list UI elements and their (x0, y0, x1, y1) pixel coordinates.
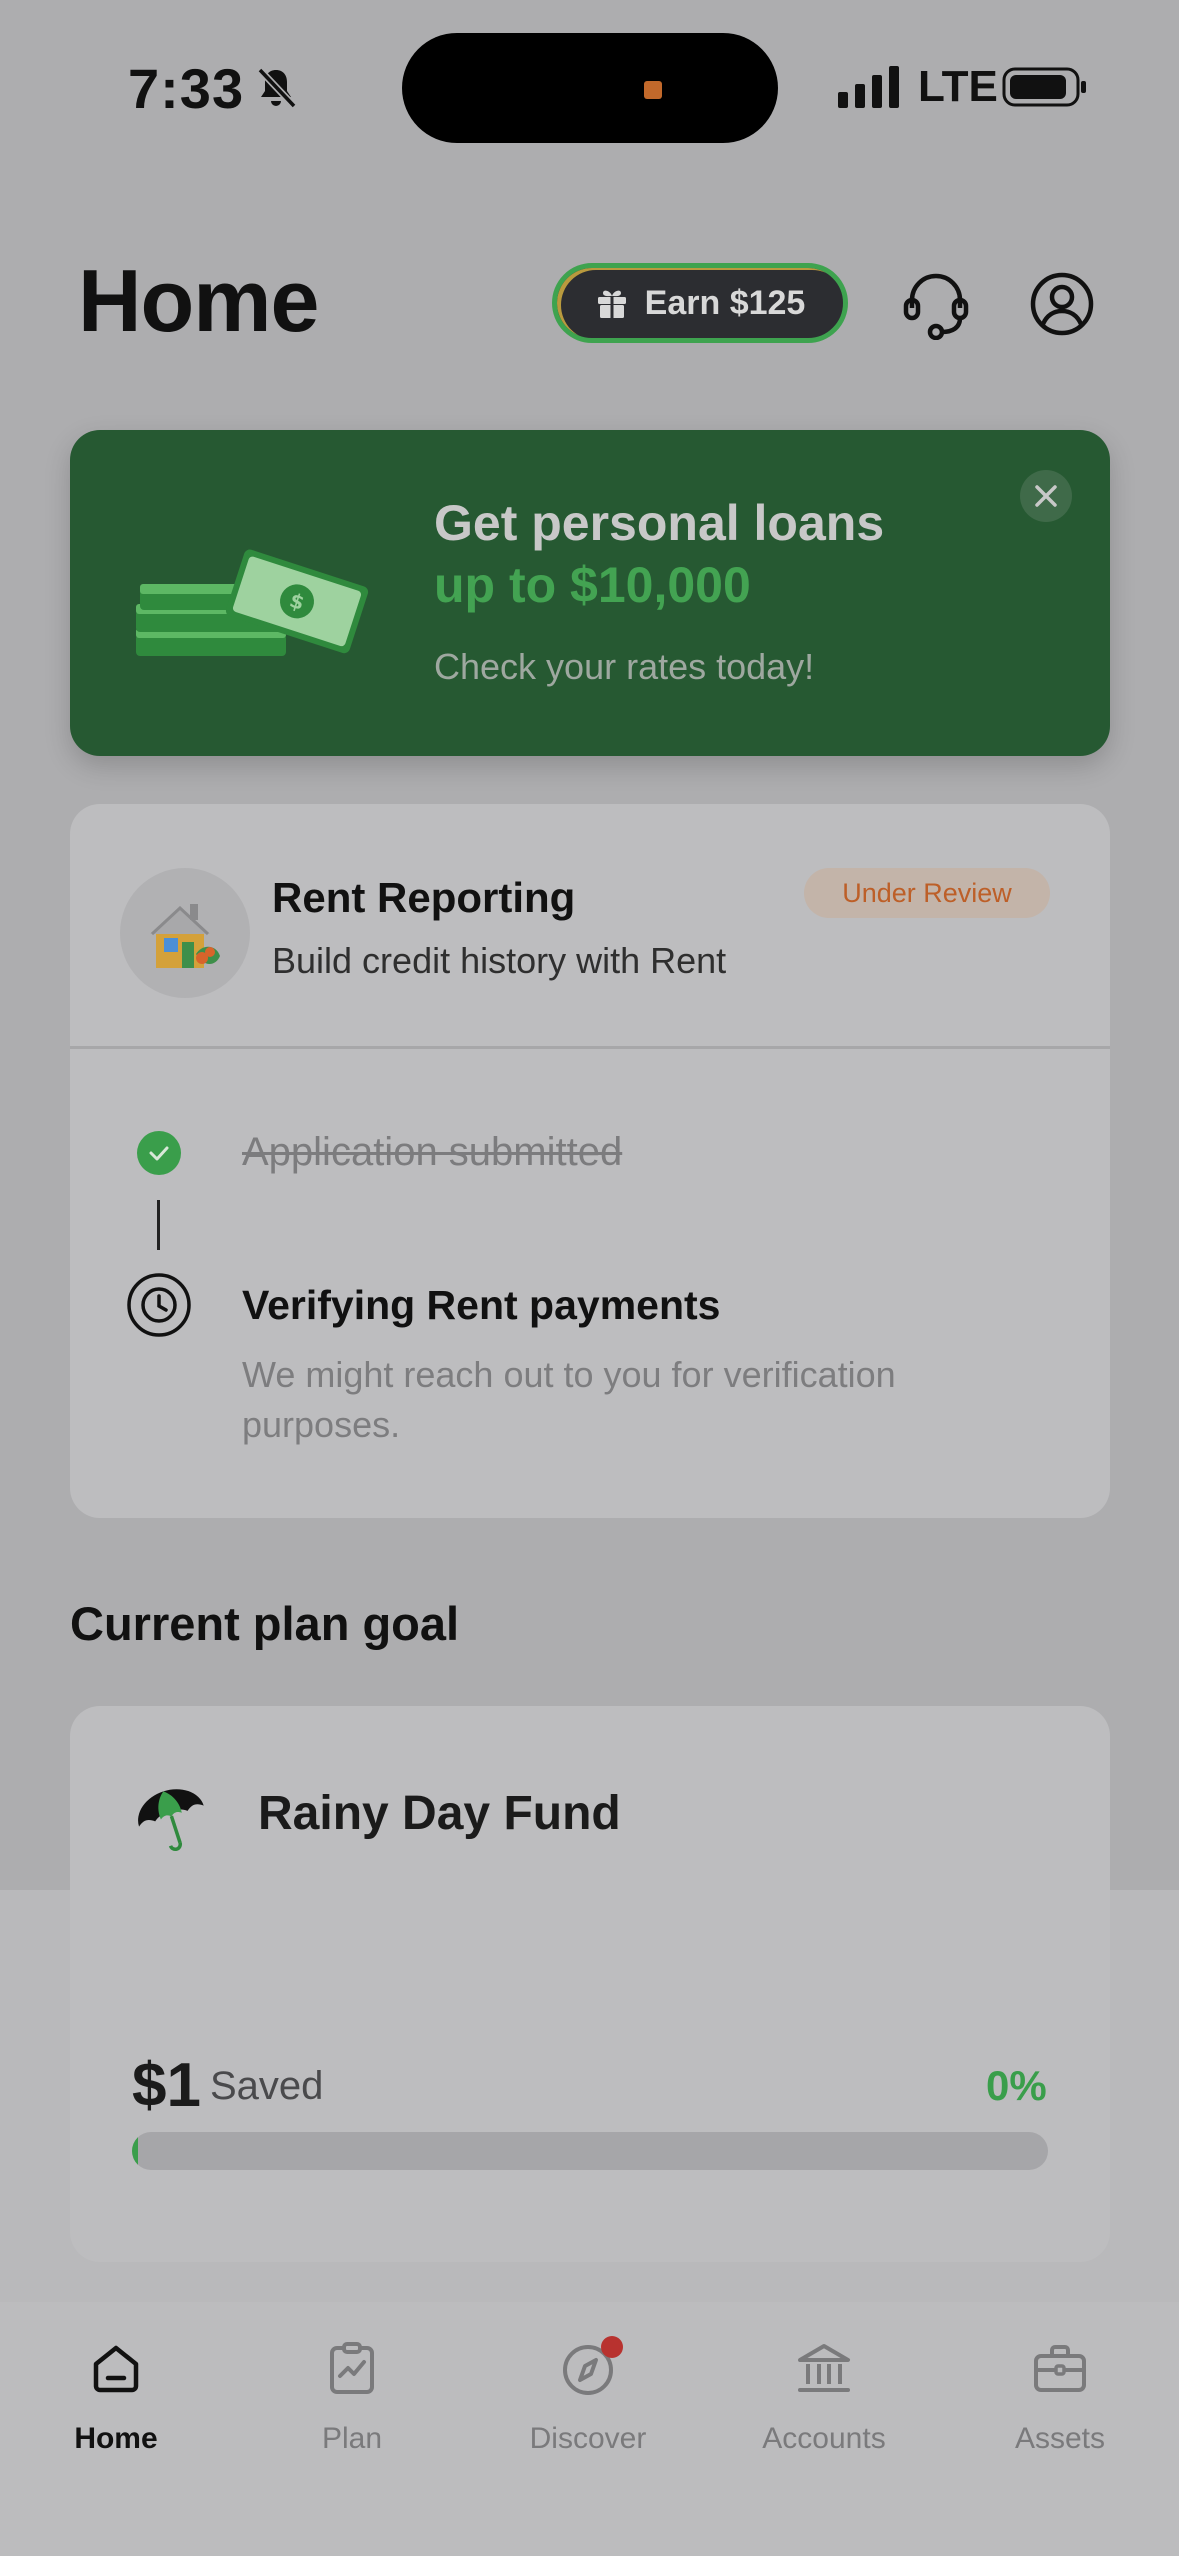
briefcase-icon (1034, 2345, 1086, 2392)
bottom-nav: Home Plan Discover Accounts Assets (0, 2302, 1179, 2556)
network-type: LTE (918, 62, 998, 111)
nav-label-assets: Assets (1014, 2422, 1106, 2455)
umbrella-icon (138, 1789, 204, 1851)
clipboard-chart-icon (330, 2342, 374, 2394)
goal-progress-bar (132, 2132, 1048, 2170)
earn-label: Earn $125 (644, 283, 806, 322)
step-connector (157, 1200, 160, 1250)
step-application-submitted: Application submitted (242, 1130, 623, 1174)
notification-badge (601, 2336, 623, 2358)
home-icon (93, 2345, 139, 2393)
nav-item-accounts[interactable]: Accounts (724, 2338, 924, 2488)
nav-label-plan: Plan (321, 2422, 383, 2455)
status-time: 7:33 (128, 57, 245, 120)
close-icon (1035, 485, 1057, 507)
loan-subtitle: Check your rates today! (434, 646, 815, 687)
loan-title: Get personal loans (434, 495, 885, 551)
nav-label-accounts: Accounts (762, 2422, 886, 2455)
step-verifying-description: We might reach out to you for verificati… (242, 1354, 896, 1445)
step-verifying-rent: Verifying Rent payments (242, 1282, 721, 1328)
headset-icon[interactable] (902, 268, 970, 340)
clock-icon (127, 1273, 191, 1337)
house-icon (150, 904, 220, 968)
goal-progress-fill (132, 2132, 138, 2170)
status-badge: Under Review (804, 868, 1050, 918)
camera-indicator (644, 81, 662, 99)
banner-close-button[interactable] (1020, 470, 1072, 522)
nav-item-home[interactable]: Home (16, 2338, 216, 2488)
rent-avatar (120, 868, 250, 998)
bell-slash-icon (257, 67, 297, 109)
signal-icon (838, 66, 899, 108)
money-stack-icon: $ (136, 549, 369, 656)
bank-icon (798, 2344, 850, 2392)
gift-icon (597, 290, 626, 318)
nav-item-discover[interactable]: Discover (488, 2336, 688, 2488)
rent-reporting-subtitle: Build credit history with Rent (272, 940, 727, 981)
goal-percent: 0% (986, 2062, 1047, 2109)
loan-amount: up to $10,000 (434, 557, 751, 613)
earn-reward-button[interactable]: Earn $125 (552, 263, 848, 343)
saved-amount: $1 (132, 2051, 201, 2120)
check-circle-icon (137, 1131, 181, 1175)
saved-label: Saved (210, 2064, 324, 2108)
rent-reporting-card[interactable]: Rent Reporting Build credit history with… (70, 804, 1110, 1518)
rent-reporting-title: Rent Reporting (272, 874, 576, 921)
goal-name: Rainy Day Fund (258, 1787, 621, 1840)
battery-icon (1002, 67, 1086, 107)
page-title: Home (78, 251, 319, 350)
nav-label-discover: Discover (529, 2422, 647, 2455)
card-divider (70, 1046, 1110, 1049)
plan-goal-card[interactable]: Rainy Day Fund $1 Saved 0% (70, 1706, 1110, 2262)
personal-loan-banner[interactable]: $ Get personal loans up to $10,000 Check… (70, 430, 1110, 756)
nav-item-assets[interactable]: Assets (960, 2338, 1160, 2488)
section-title-plan-goal: Current plan goal (70, 1597, 460, 1650)
profile-icon[interactable] (1030, 272, 1094, 336)
dynamic-island (402, 33, 778, 143)
nav-item-plan[interactable]: Plan (252, 2338, 452, 2488)
nav-label-home: Home (74, 2422, 158, 2455)
